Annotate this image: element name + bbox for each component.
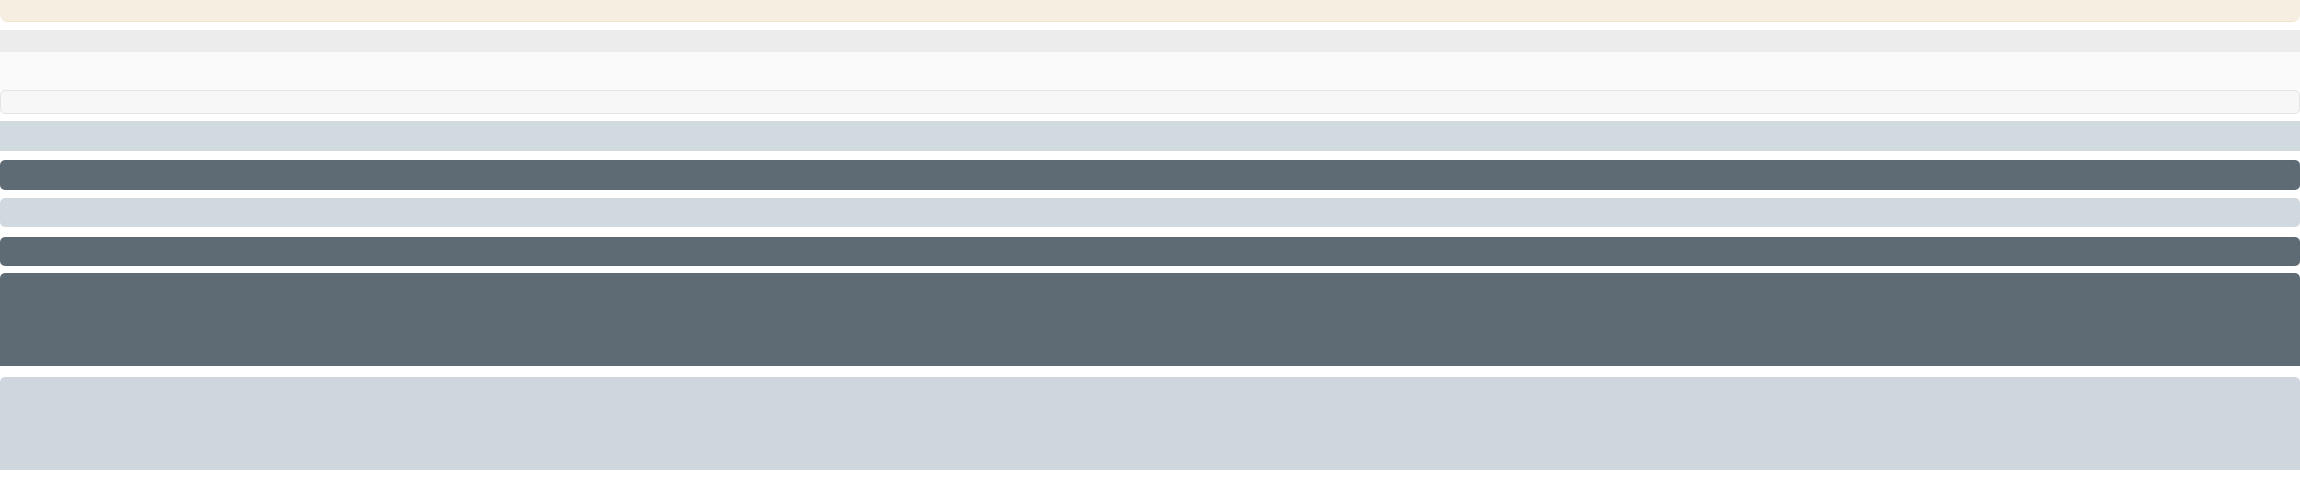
light-block <box>0 377 2300 470</box>
light-bar-2[interactable] <box>0 198 2300 227</box>
top-banner <box>0 0 2300 22</box>
dark-bar-2[interactable] <box>0 237 2300 266</box>
dark-bar-1[interactable] <box>0 160 2300 190</box>
input-bar[interactable] <box>0 90 2300 114</box>
content-panel <box>0 52 2300 90</box>
dark-block <box>0 273 2300 366</box>
header-strip <box>0 30 2300 52</box>
light-bar-1[interactable] <box>0 121 2300 151</box>
